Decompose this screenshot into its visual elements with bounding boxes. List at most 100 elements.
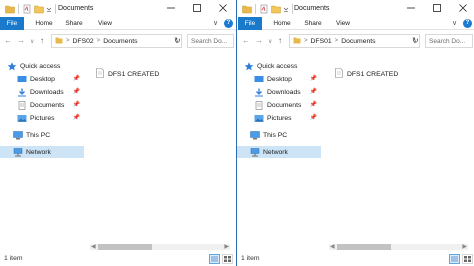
customize-toolbar-icon[interactable] — [283, 4, 289, 14]
downloads-icon — [17, 88, 27, 97]
nav-label: Pictures — [30, 114, 55, 122]
address-row: ← → ∨ ↑ > DFS01 > Documents ∨ ↻ Search D… — [237, 32, 474, 50]
nav-item-this-pc[interactable]: This PC — [0, 129, 84, 141]
nav-item-pictures[interactable]: Pictures 📌 — [0, 112, 84, 124]
status-bar: 1 item — [237, 252, 474, 266]
downloads-icon — [254, 88, 264, 97]
nav-label: Network — [263, 148, 288, 156]
large-icons-view-button[interactable] — [222, 254, 233, 264]
customize-toolbar-icon[interactable] — [46, 4, 52, 14]
close-button[interactable] — [456, 2, 470, 14]
nav-item-documents[interactable]: Documents 📌 — [237, 99, 321, 111]
large-icons-view-button[interactable] — [462, 254, 473, 264]
nav-item-documents[interactable]: Documents 📌 — [0, 99, 84, 111]
help-icon[interactable]: ? — [463, 19, 472, 28]
breadcrumb-server[interactable]: DFS01 — [311, 38, 332, 45]
horizontal-scrollbar[interactable]: ◀ ▶ — [329, 244, 468, 250]
properties-icon[interactable] — [259, 4, 269, 14]
nav-label: Desktop — [267, 75, 292, 83]
pin-icon[interactable]: 📌 — [310, 101, 317, 108]
details-view-button[interactable] — [449, 254, 460, 264]
item-count: 1 item — [4, 255, 23, 262]
pictures-icon — [17, 114, 27, 123]
properties-icon[interactable] — [22, 4, 32, 14]
tab-share[interactable]: Share — [303, 17, 323, 30]
new-folder-icon[interactable] — [34, 4, 44, 14]
minimize-button[interactable] — [164, 2, 178, 14]
breadcrumb-separator: > — [304, 38, 308, 44]
nav-label: Documents — [30, 101, 65, 109]
tab-view[interactable]: View — [334, 17, 352, 30]
nav-label: Downloads — [30, 88, 64, 96]
breadcrumb-folder[interactable]: Documents — [341, 38, 375, 45]
tab-file[interactable]: File — [238, 17, 262, 30]
pin-icon[interactable]: 📌 — [73, 88, 80, 95]
expand-ribbon-icon[interactable]: ∨ — [452, 19, 457, 27]
pin-icon[interactable]: 📌 — [310, 75, 317, 82]
ribbon-tabs: File Home Share View ∨ ? — [237, 17, 474, 30]
forward-arrow-icon[interactable]: → — [255, 36, 263, 45]
pin-icon[interactable]: 📌 — [73, 114, 80, 121]
nav-item-desktop[interactable]: Desktop 📌 — [0, 73, 84, 85]
expand-ribbon-icon[interactable]: ∨ — [213, 19, 218, 27]
scroll-left-icon[interactable]: ◀ — [330, 243, 335, 250]
tab-home[interactable]: Home — [271, 17, 293, 30]
nav-item-quick-access[interactable]: Quick access — [237, 60, 321, 72]
pin-icon[interactable]: 📌 — [73, 75, 80, 82]
up-arrow-icon[interactable]: ↑ — [278, 36, 282, 45]
network-icon — [250, 147, 260, 157]
maximize-button[interactable] — [430, 2, 444, 14]
computer-icon — [13, 130, 23, 140]
recent-locations-icon[interactable]: ∨ — [268, 38, 272, 45]
back-arrow-icon[interactable]: ← — [242, 36, 250, 45]
horizontal-scrollbar[interactable]: ◀ ▶ — [90, 244, 230, 250]
file-item[interactable]: DFS1 CREATED — [96, 68, 159, 80]
scroll-right-icon[interactable]: ▶ — [462, 243, 467, 250]
nav-item-network[interactable]: Network — [237, 146, 321, 158]
scrollbar-thumb[interactable] — [98, 244, 152, 250]
up-arrow-icon[interactable]: ↑ — [40, 36, 44, 45]
close-button[interactable] — [216, 2, 230, 14]
nav-item-desktop[interactable]: Desktop 📌 — [237, 73, 321, 85]
pin-icon[interactable]: 📌 — [73, 101, 80, 108]
breadcrumb-separator: > — [334, 38, 339, 44]
address-bar[interactable]: > DFS01 > Documents ∨ — [289, 34, 420, 48]
scrollbar-thumb[interactable] — [337, 244, 391, 250]
breadcrumb-server[interactable]: DFS02 — [73, 38, 94, 45]
search-input[interactable]: Search Do... — [187, 34, 234, 48]
new-folder-icon[interactable] — [271, 4, 281, 14]
back-arrow-icon[interactable]: ← — [4, 36, 12, 45]
tab-file[interactable]: File — [0, 17, 24, 30]
maximize-button[interactable] — [190, 2, 204, 14]
nav-label: Downloads — [267, 88, 301, 96]
tab-share[interactable]: Share — [64, 17, 84, 30]
scroll-left-icon[interactable]: ◀ — [91, 243, 96, 250]
search-input[interactable]: Search Do... — [425, 34, 473, 48]
tab-view[interactable]: View — [96, 17, 114, 30]
refresh-icon[interactable]: ↻ — [412, 36, 419, 45]
file-name: DFS1 CREATED — [108, 70, 160, 78]
pin-icon[interactable]: 📌 — [310, 88, 317, 95]
nav-item-downloads[interactable]: Downloads 📌 — [237, 86, 321, 98]
documents-icon — [254, 100, 264, 110]
recent-locations-icon[interactable]: ∨ — [30, 38, 34, 45]
address-bar[interactable]: > DFS02 > Documents ∨ — [51, 34, 182, 48]
help-icon[interactable]: ? — [224, 19, 233, 28]
title-bar: Documents — [0, 0, 236, 18]
refresh-icon[interactable]: ↻ — [174, 36, 181, 45]
nav-label: Quick access — [20, 62, 61, 70]
forward-arrow-icon[interactable]: → — [17, 36, 25, 45]
minimize-button[interactable] — [404, 2, 418, 14]
file-item[interactable]: DFS1 CREATED — [335, 68, 398, 80]
nav-item-pictures[interactable]: Pictures 📌 — [237, 112, 321, 124]
nav-item-this-pc[interactable]: This PC — [237, 129, 321, 141]
nav-item-quick-access[interactable]: Quick access — [0, 60, 84, 72]
breadcrumb-folder[interactable]: Documents — [103, 38, 137, 45]
details-view-button[interactable] — [209, 254, 220, 264]
scroll-right-icon[interactable]: ▶ — [224, 243, 229, 250]
nav-item-network[interactable]: Network — [0, 146, 84, 158]
nav-label: Network — [26, 148, 51, 156]
pin-icon[interactable]: 📌 — [310, 114, 317, 121]
tab-home[interactable]: Home — [33, 17, 55, 30]
nav-item-downloads[interactable]: Downloads 📌 — [0, 86, 84, 98]
